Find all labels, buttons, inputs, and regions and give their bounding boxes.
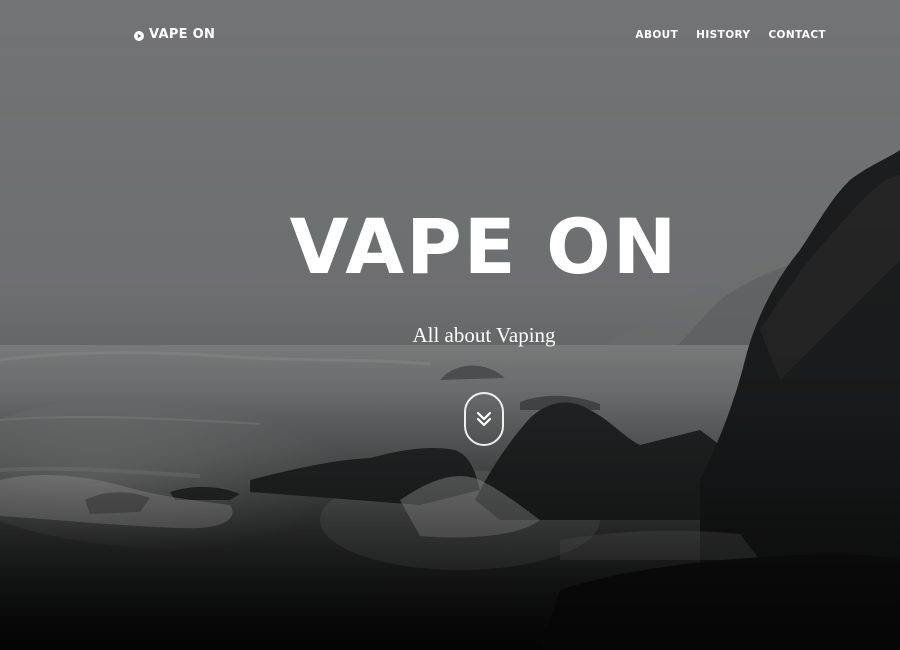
nav-link-history[interactable]: HISTORY: [696, 29, 750, 41]
hero-subtitle: All about Vaping: [412, 323, 556, 347]
double-chevron-down-icon: [476, 411, 492, 427]
nav-links: ABOUT HISTORY CONTACT: [635, 29, 826, 41]
hero-title: VAPE ON: [289, 202, 679, 291]
play-circle-icon: [134, 30, 144, 41]
nav-link-contact[interactable]: CONTACT: [768, 29, 826, 41]
hero-section: VAPE ON ABOUT HISTORY CONTACT VAPE ON Al…: [0, 0, 900, 650]
brand-label: VAPE ON: [149, 27, 216, 42]
top-navbar: VAPE ON ABOUT HISTORY CONTACT: [0, 0, 900, 70]
scroll-down-button[interactable]: [464, 392, 504, 446]
nav-link-about[interactable]: ABOUT: [635, 29, 678, 41]
brand-logo-link[interactable]: VAPE ON: [134, 27, 215, 42]
